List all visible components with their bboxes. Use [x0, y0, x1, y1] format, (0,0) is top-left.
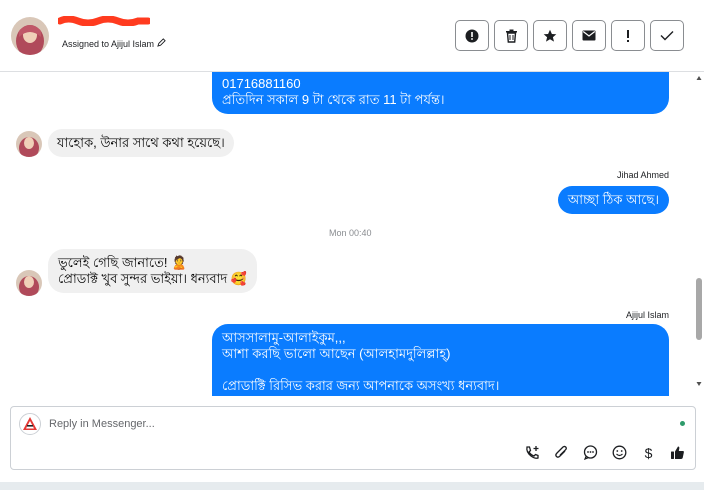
message-line: প্রোডাক্টি রিসিভ করার জন্য আপনাকে অসংখ্য… [222, 378, 500, 393]
payment-button[interactable]: $ [639, 443, 658, 462]
alert-button[interactable] [455, 20, 489, 51]
page-logo-icon [19, 413, 41, 435]
message-line: 01716881160 [222, 76, 301, 91]
contact-name-redacted [58, 16, 150, 26]
attach-button[interactable] [552, 443, 571, 462]
composer-toolbar: $ [523, 443, 687, 462]
outgoing-message-bubble[interactable]: 01716881160 প্রতিদিন সকাল 9 টা থেকে রাত … [212, 72, 669, 114]
incoming-message-bubble[interactable]: যাহোক, উনার সাথে কথা হয়েছে। [48, 129, 234, 157]
contact-avatar-small [16, 270, 42, 296]
check-icon [660, 31, 674, 41]
message-thread[interactable]: 01716881160 প্রতিদিন সকাল 9 টা থেকে রাত … [0, 72, 694, 396]
assignee-label: Assigned to Ajijul Islam [62, 38, 155, 49]
message-line: প্রতিদিন সকাল 9 টা থেকে রাত 11 টা পর্যন্… [222, 92, 445, 107]
thumbs-up-icon [671, 446, 684, 459]
call-add-icon [526, 446, 539, 459]
star-icon [543, 29, 557, 42]
thread-scrollbar[interactable] [694, 72, 704, 396]
done-button[interactable] [650, 20, 684, 51]
emoji-icon [612, 445, 627, 460]
messenger-conversation-panel: Assigned to Ajijul Islam 01716881160 প্র… [0, 0, 704, 490]
assignee-row[interactable]: Assigned to Ajijul Islam [62, 38, 166, 49]
alert-icon [465, 29, 479, 42]
saved-replies-button[interactable] [581, 443, 600, 462]
edit-pencil-icon[interactable] [157, 38, 166, 49]
incoming-message-bubble[interactable]: ভুলেই গেছি জানাতে! 🙎 প্রোডাক্ট খুব সুন্দ… [48, 249, 258, 293]
message-line [222, 362, 659, 378]
message-line: আশা করছি ভালো আছেন (আলহামদুলিল্লাহ্) [222, 346, 451, 361]
call-add-button[interactable] [523, 443, 542, 462]
attach-icon [555, 445, 567, 458]
message-line: প্রোডাক্ট খুব সুন্দর ভাইয়া। ধন্যবাদ 🥰 [58, 271, 248, 286]
outgoing-message-bubble[interactable]: আচ্ছা ঠিক আছে। [557, 186, 669, 214]
header-actions [455, 20, 684, 51]
outgoing-message-bubble[interactable]: আসসালামু-আলাইকুম,,, আশা করছি ভালো আছেন (… [212, 324, 669, 396]
trash-icon [505, 29, 517, 43]
mail-icon [582, 30, 596, 41]
chat-bubble-icon [583, 445, 598, 460]
star-button[interactable] [533, 20, 567, 51]
reply-composer: $ [10, 406, 696, 470]
important-button[interactable] [611, 20, 645, 51]
message-line: আচ্ছা ঠিক আছে। [567, 192, 659, 207]
reply-input[interactable] [49, 413, 669, 435]
sender-name: Jihad Ahmed [616, 170, 669, 180]
delete-button[interactable] [494, 20, 528, 51]
message-line: আসসালামু-আলাইকুম,,, [222, 330, 346, 345]
thumbs-up-button[interactable] [668, 443, 687, 462]
conversation-header: Assigned to Ajijul Islam [0, 0, 704, 72]
dollar-icon: $ [644, 444, 653, 461]
sender-name: Ajijul Islam [625, 310, 669, 320]
mail-button[interactable] [572, 20, 606, 51]
contact-avatar[interactable] [11, 17, 49, 55]
contact-avatar-small [16, 131, 42, 157]
exclamation-icon [627, 29, 629, 42]
message-line: যাহোক, উনার সাথে কথা হয়েছে। [57, 135, 225, 150]
message-timestamp: Mon 00:40 [329, 228, 372, 238]
message-line: ভুলেই গেছি জানাতে! 🙎 [58, 255, 188, 270]
emoji-button[interactable] [610, 443, 629, 462]
online-status-dot [680, 421, 685, 426]
window-bottom-edge [0, 482, 704, 490]
